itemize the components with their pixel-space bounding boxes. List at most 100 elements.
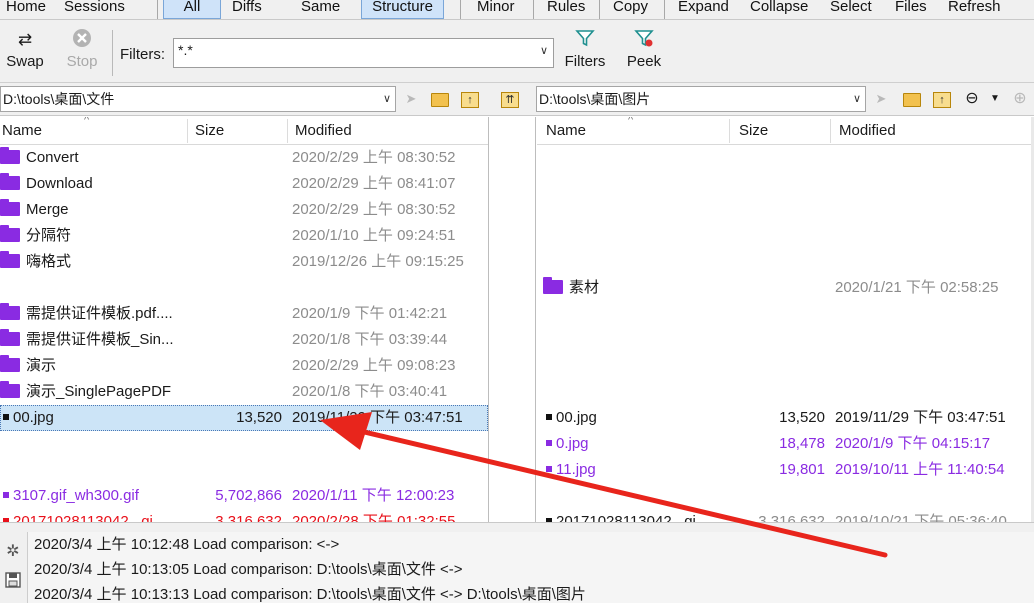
col-modified[interactable]: Modified xyxy=(295,122,352,139)
file-name: 20171028113042_.gi xyxy=(0,509,186,522)
file-icon xyxy=(3,414,9,421)
column-separator[interactable] xyxy=(729,119,730,143)
file-modified: 2019/12/26 上午 09:15:25 xyxy=(292,253,464,270)
log-splitter[interactable] xyxy=(0,522,1034,532)
file-icon xyxy=(546,466,552,473)
menu-separator xyxy=(599,0,600,19)
toolbar: ⇄ Swap Stop Filters: *.* ∨ Filters Peek xyxy=(0,20,1034,83)
file-row[interactable]: 00.jpg 13,520 2019/11/29 下午 03:47:51 xyxy=(537,405,1031,431)
back-icon[interactable]: ⊖ xyxy=(962,89,982,109)
tab-all[interactable]: All xyxy=(163,0,221,19)
peek-button[interactable]: Peek xyxy=(622,28,666,72)
file-row[interactable]: 3107.gif_wh300.gif 5,702,866 2020/1/11 下午 … xyxy=(0,483,488,509)
column-separator[interactable] xyxy=(187,119,188,143)
stop-button[interactable]: Stop xyxy=(60,28,104,72)
menu-refresh[interactable]: Refresh xyxy=(948,0,1001,19)
folder-row[interactable]: 需提供证件模板.pdf.... 2020/1/9 下午 01:42:21 xyxy=(0,301,488,327)
blank-row xyxy=(537,223,1031,249)
folder-row[interactable]: 素材 2020/1/21 下午 02:58:25 xyxy=(537,275,1031,301)
file-modified: 2020/2/28 下午 01:32:55 xyxy=(292,513,456,522)
file-modified: 2019/11/29 下午 03:47:51 xyxy=(292,409,463,426)
log-line: 2020/3/4 上午 10:13:05 Load comparison: D:… xyxy=(34,561,463,578)
gear-icon[interactable]: ✲ xyxy=(4,541,22,561)
left-file-pane[interactable]: Name ^ Size Modified Convert 2020/2/29 上午… xyxy=(0,117,488,522)
file-row[interactable]: 0.jpg 18,478 2020/1/9 下午 04:15:17 xyxy=(537,431,1031,457)
tab-structure[interactable]: Structure xyxy=(361,0,444,19)
left-column-header: Name ^ Size Modified xyxy=(0,117,488,145)
up-both-icon[interactable]: ⇈ xyxy=(500,89,520,109)
sort-ascending-icon: ^ xyxy=(628,117,634,126)
file-icon xyxy=(3,492,9,499)
file-row[interactable]: 20171028113042_.gi 3,316,632 2019/10/21 下午… xyxy=(537,509,1031,522)
file-size: 18,478 xyxy=(779,435,825,452)
file-modified: 2019/10/21 下午 05:36:40 xyxy=(835,513,1007,522)
browse-folder-icon[interactable] xyxy=(902,89,922,109)
chevron-down-icon[interactable]: ▼ xyxy=(985,89,1005,109)
save-icon[interactable] xyxy=(4,572,22,593)
folder-row[interactable]: Merge 2020/2/29 上午 08:30:52 xyxy=(0,197,488,223)
tab-diffs[interactable]: Diffs xyxy=(232,0,262,19)
up-folder-icon[interactable]: ↑ xyxy=(932,89,952,109)
col-name[interactable]: Name xyxy=(2,122,42,139)
chevron-down-icon[interactable]: ∨ xyxy=(540,44,548,57)
column-separator[interactable] xyxy=(287,119,288,143)
menu-collapse[interactable]: Collapse xyxy=(750,0,808,19)
log-panel: ✲ 2020/3/4 上午 10:12:48 Load comparison: … xyxy=(0,532,1034,603)
stop-icon xyxy=(60,28,104,52)
left-path-value: D:\tools\桌面\文件 xyxy=(3,91,115,107)
left-path-input[interactable]: D:\tools\桌面\文件 ∨ xyxy=(0,86,396,112)
menu-expand[interactable]: Expand xyxy=(678,0,729,19)
blank-row xyxy=(537,197,1031,223)
file-row[interactable]: 11.jpg 19,801 2019/10/11 上午 11:40:54 xyxy=(537,457,1031,483)
folder-row[interactable]: 演示 2020/2/29 上午 09:08:23 xyxy=(0,353,488,379)
folder-row[interactable]: 分隔符 2020/1/10 上午 09:24:51 xyxy=(0,223,488,249)
col-size[interactable]: Size xyxy=(195,122,224,139)
filters-value: *.* xyxy=(178,42,193,58)
right-path-input[interactable]: D:\tools\桌面\图片 ∨ xyxy=(536,86,866,112)
tab-same[interactable]: Same xyxy=(301,0,340,19)
folder-row[interactable]: 演示_SinglePagePDF 2020/1/8 下午 03:40:41 xyxy=(0,379,488,405)
chevron-down-icon[interactable]: ∨ xyxy=(853,87,861,111)
col-size[interactable]: Size xyxy=(739,122,768,139)
sync-arrow-icon[interactable]: ➤ xyxy=(401,89,421,109)
blank-row xyxy=(537,301,1031,327)
file-name-text: 20171028113042_.gi xyxy=(556,513,696,522)
folder-icon xyxy=(0,173,20,191)
tab-minor[interactable]: Minor xyxy=(477,0,515,19)
file-name-text: 分隔符 xyxy=(26,227,72,244)
browse-folder-icon[interactable] xyxy=(430,89,450,109)
sync-arrow-icon[interactable]: ➤ xyxy=(871,89,891,109)
col-name[interactable]: Name xyxy=(546,122,586,139)
folder-row[interactable]: 需提供证件模板_Sin... 2020/1/8 下午 03:39:44 xyxy=(0,327,488,353)
menu-copy[interactable]: Copy xyxy=(613,0,648,19)
file-modified: 2020/1/11 下午 12:00:23 xyxy=(292,487,455,504)
file-name: Download xyxy=(0,171,186,197)
col-modified[interactable]: Modified xyxy=(839,122,896,139)
swap-button[interactable]: ⇄ Swap xyxy=(3,28,47,72)
menu-rules[interactable]: Rules xyxy=(547,0,585,19)
chevron-down-icon[interactable]: ∨ xyxy=(383,87,391,111)
file-icon xyxy=(546,414,552,421)
forward-icon[interactable]: ⊕ xyxy=(1010,89,1030,109)
filters-input[interactable]: *.* ∨ xyxy=(173,38,554,68)
menu-sessions[interactable]: Sessions xyxy=(64,0,125,19)
log-text[interactable]: 2020/3/4 上午 10:12:48 Load comparison: <-… xyxy=(27,532,1034,603)
menu-select[interactable]: Select xyxy=(830,0,872,19)
folder-row[interactable]: Convert 2020/2/29 上午 08:30:52 xyxy=(0,145,488,171)
file-row[interactable]: 20171028113042_.gi 3,316,632 2020/2/28 下午 … xyxy=(0,509,488,522)
blank-row xyxy=(537,483,1031,509)
filters-button[interactable]: Filters xyxy=(560,28,610,72)
folder-row[interactable]: 嗨格式 2019/12/26 上午 09:15:25 xyxy=(0,249,488,275)
file-modified: 2019/10/11 上午 11:40:54 xyxy=(835,461,1005,478)
right-file-pane[interactable]: Name ^ Size Modified 素材 2020/1/21 下午 02:5… xyxy=(537,117,1031,522)
menu-home[interactable]: Home xyxy=(6,0,46,19)
file-row[interactable]: 00.jpg 13,520 2019/11/29 下午 03:47:51 xyxy=(0,405,488,431)
file-name: 演示_SinglePagePDF xyxy=(0,379,186,405)
column-separator[interactable] xyxy=(830,119,831,143)
menu-files[interactable]: Files xyxy=(895,0,927,19)
folder-row[interactable]: Download 2020/2/29 上午 08:41:07 xyxy=(0,171,488,197)
file-name: 演示 xyxy=(0,353,186,379)
up-folder-icon[interactable]: ↑ xyxy=(460,89,480,109)
file-modified: 2020/2/29 上午 09:08:23 xyxy=(292,357,456,374)
menu-separator xyxy=(533,0,534,19)
